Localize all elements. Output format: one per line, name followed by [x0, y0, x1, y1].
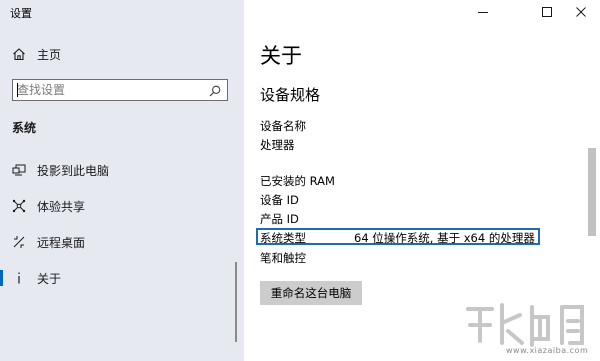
watermark-url: www.xiazaiba.com: [506, 346, 589, 355]
sidebar: 设置 主页 系统: [0, 0, 244, 361]
sidebar-item-label: 远程桌面: [37, 235, 86, 250]
sidebar-item-project[interactable]: 投影到此电脑: [0, 158, 244, 182]
spec-label-processor: 处理器: [260, 138, 295, 152]
projector-icon: [12, 163, 26, 177]
rename-pc-button[interactable]: 重命名这台电脑: [260, 281, 362, 305]
shared-experience-icon: [12, 199, 26, 213]
main-content: 关于 设备规格 设备名称 处理器 已安装的 RAM 设备 ID 产品 ID 系统…: [244, 0, 600, 361]
sidebar-item-home[interactable]: 主页: [0, 41, 244, 67]
search-icon[interactable]: [208, 83, 222, 97]
spec-label-pen-touch: 笔和触控: [260, 251, 306, 265]
close-button[interactable]: [566, 0, 596, 24]
spec-label-device-name: 设备名称: [260, 119, 306, 133]
info-icon: [12, 271, 26, 285]
home-icon: [12, 47, 26, 61]
section-subheading: 设备规格: [260, 86, 321, 104]
maximize-icon: [542, 7, 552, 17]
spec-label-system-type: 系统类型: [260, 231, 306, 245]
sidebar-scrollbar[interactable]: [235, 262, 237, 342]
spec-label-ram: 已安装的 RAM: [260, 174, 335, 188]
settings-window: 设置 主页 系统: [0, 0, 600, 361]
sidebar-item-remote-desktop[interactable]: 远程桌面: [0, 230, 244, 254]
sidebar-item-shared-experiences[interactable]: 体验共享: [0, 194, 244, 218]
sidebar-item-label: 体验共享: [37, 199, 86, 214]
remote-desktop-icon: [12, 235, 26, 249]
search-input[interactable]: [17, 80, 197, 100]
scrollbar-thumb[interactable]: [588, 148, 596, 236]
close-icon: [576, 7, 586, 17]
minimize-button[interactable]: [468, 0, 498, 24]
spec-label-device-id: 设备 ID: [260, 193, 299, 207]
minimize-icon: [478, 12, 488, 13]
maximize-button[interactable]: [532, 0, 562, 24]
spec-label-product-id: 产品 ID: [260, 212, 299, 226]
sidebar-item-about[interactable]: 关于: [0, 266, 244, 290]
section-heading: 系统: [12, 121, 37, 135]
sidebar-item-label: 关于: [37, 271, 62, 286]
page-title: 关于: [260, 44, 302, 68]
search-box[interactable]: [12, 79, 228, 101]
spec-value-system-type: 64 位操作系统, 基于 x64 的处理器: [354, 231, 535, 245]
text-cursor: [17, 83, 18, 97]
app-title: 设置: [10, 7, 32, 20]
sidebar-item-label: 投影到此电脑: [37, 163, 110, 178]
sidebar-item-label: 主页: [37, 47, 62, 62]
